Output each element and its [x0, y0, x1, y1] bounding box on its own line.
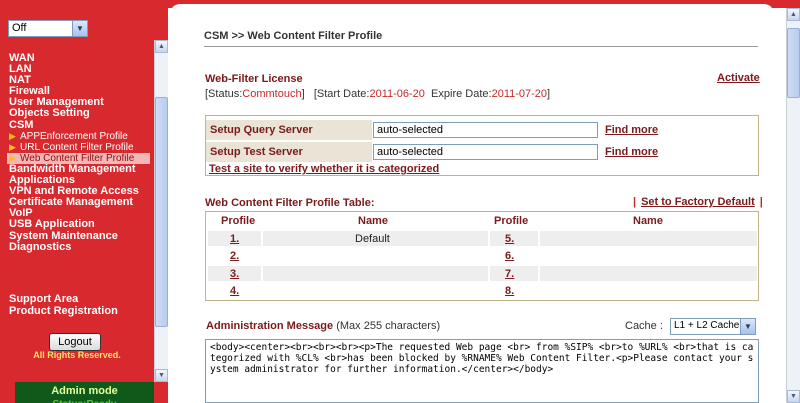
admin-message-textarea[interactable]: <body><center><br><br><br><p>The request…: [205, 339, 759, 403]
activate-link[interactable]: Activate: [717, 72, 760, 84]
main-menu: WAN LAN NAT Firewall User Management Obj…: [7, 52, 150, 253]
query-server-row: Setup Query Server auto-selected Find mo…: [206, 120, 758, 140]
admin-message-limit: (Max 255 characters): [336, 320, 441, 332]
query-server-input[interactable]: auto-selected: [373, 122, 598, 138]
main-scroll-thumb[interactable]: [787, 28, 800, 98]
chevron-down-icon[interactable]: ▼: [740, 319, 755, 334]
test-server-row: Setup Test Server auto-selected Find mor…: [206, 142, 758, 162]
menu-item-support-area[interactable]: Support Area: [9, 293, 118, 305]
submenu-item-app-enforcement[interactable]: ▶ APPEnforcement Profile: [9, 131, 150, 142]
arrow-right-icon: ▶: [9, 130, 16, 141]
license-end-suffix: ]: [547, 88, 551, 100]
scroll-up-icon[interactable]: ▲: [155, 40, 168, 53]
arrow-right-icon: ▶: [9, 141, 16, 152]
separator: |: [633, 196, 637, 208]
header-name-right: Name: [633, 215, 663, 227]
mode-select[interactable]: Off ▼: [8, 20, 88, 37]
menu-item-diagnostics[interactable]: Diagnostics: [9, 241, 150, 253]
profile-link-2[interactable]: 2.: [230, 250, 239, 262]
menu-item-csm[interactable]: CSM: [9, 119, 150, 131]
menu-item-usb-application[interactable]: USB Application: [9, 219, 150, 230]
license-expire-value: 2011-07-20: [491, 88, 548, 100]
separator: |: [759, 196, 763, 208]
license-start-prefix: [Start Date:: [313, 88, 370, 100]
menu-item-objects-setting[interactable]: Objects Setting: [9, 108, 150, 119]
menu-item-system-maintenance[interactable]: System Maintenance: [9, 230, 150, 242]
admin-mode-label: Admin mode: [51, 385, 118, 397]
sidebar: Off ▼ WAN LAN NAT Firewall User Manageme…: [0, 0, 168, 403]
main-scrollbar[interactable]: ▲ ▼: [786, 8, 800, 403]
profile-link-5[interactable]: 5.: [505, 233, 514, 245]
arrow-right-icon: ▶: [9, 152, 16, 163]
server-settings-box: Setup Query Server auto-selected Find mo…: [205, 115, 759, 176]
factory-default-link[interactable]: Set to Factory Default: [641, 196, 755, 208]
table-cell-bg: [540, 266, 757, 281]
header-profile-left: Profile: [221, 215, 256, 227]
test-site-link[interactable]: Test a site to verify whether it is cate…: [209, 163, 439, 175]
chevron-down-icon[interactable]: ▼: [72, 21, 87, 36]
query-server-label: Setup Query Server: [206, 120, 372, 140]
header-profile-right: Profile: [494, 215, 529, 227]
admin-message-title: Administration Message (Max 255 characte…: [206, 320, 440, 332]
license-start-value: 2011-06-20: [369, 88, 425, 100]
license-status-value: Commtouch: [242, 88, 302, 100]
test-server-input[interactable]: auto-selected: [373, 144, 598, 160]
submenu-item-web-content-filter[interactable]: ▶ Web Content Filter Profile: [7, 152, 150, 164]
test-find-more-link[interactable]: Find more: [605, 146, 658, 158]
profile-name-1: Default: [355, 233, 390, 245]
license-title: Web-Filter License: [205, 73, 303, 85]
profile-table: Profile Name Profile Name 1. Default 5. …: [205, 211, 759, 301]
page-title: CSM >> Web Content Filter Profile: [204, 30, 383, 42]
cache-select[interactable]: L1 + L2 Cache ▼: [670, 318, 756, 335]
profile-link-4[interactable]: 4.: [230, 285, 239, 297]
sidebar-scroll-thumb[interactable]: [155, 97, 168, 327]
header-name-left: Name: [358, 215, 388, 227]
profile-table-actions: | Set to Factory Default |: [628, 196, 768, 208]
license-status-suffix: ]: [301, 88, 305, 100]
menu-item-product-registration[interactable]: Product Registration: [9, 305, 118, 317]
csm-submenu: ▶ APPEnforcement Profile ▶ URL Content Fil…: [7, 131, 150, 164]
admin-message-label: Administration Message: [206, 320, 334, 332]
profile-link-8[interactable]: 8.: [505, 285, 514, 297]
profile-link-1[interactable]: 1.: [230, 233, 239, 245]
profile-link-7[interactable]: 7.: [505, 268, 514, 280]
title-divider: [204, 46, 758, 47]
license-expire-prefix: Expire Date:: [431, 88, 492, 100]
query-find-more-link[interactable]: Find more: [605, 124, 658, 136]
mode-select-value: Off: [12, 22, 27, 34]
license-info: [Status:Commtouch] [Start Date:2011-06-2…: [205, 88, 550, 100]
status-ready-label: Status:Ready: [15, 398, 154, 403]
scroll-up-icon[interactable]: ▲: [787, 8, 800, 21]
table-cell-bg: [263, 266, 488, 281]
support-menu: Support Area Product Registration: [9, 293, 118, 317]
license-status-prefix: [Status:: [205, 88, 243, 100]
profile-link-3[interactable]: 3.: [230, 268, 239, 280]
admin-status-box: Admin mode Status:Ready: [15, 382, 154, 403]
sidebar-scrollbar[interactable]: ▲ ▼: [154, 40, 168, 382]
test-server-label: Setup Test Server: [206, 142, 372, 162]
table-cell-bg: [540, 231, 757, 246]
cache-label: Cache :: [625, 320, 663, 332]
submenu-item-url-content-filter[interactable]: ▶ URL Content Filter Profile: [9, 142, 150, 153]
profile-link-6[interactable]: 6.: [505, 250, 514, 262]
rights-text: All Rights Reserved.: [33, 350, 121, 360]
logout-button[interactable]: Logout: [49, 333, 101, 351]
sidebar-scroll-area: Off ▼ WAN LAN NAT Firewall User Manageme…: [0, 0, 154, 382]
scroll-down-icon[interactable]: ▼: [155, 369, 168, 382]
cache-select-value: L1 + L2 Cache: [674, 320, 740, 331]
profile-table-title: Web Content Filter Profile Table:: [205, 197, 375, 209]
scroll-down-icon[interactable]: ▼: [787, 390, 800, 403]
